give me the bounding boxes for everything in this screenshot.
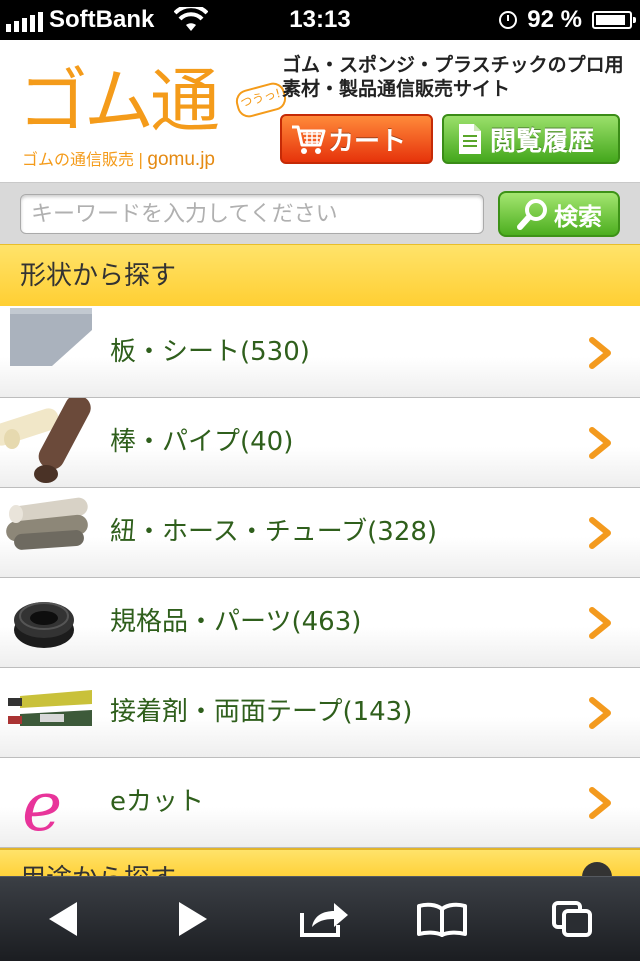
battery-icon (592, 11, 636, 29)
chevron-right-icon (589, 337, 611, 369)
back-icon (49, 902, 77, 936)
chevron-right-icon (589, 517, 611, 549)
chevron-right-icon (589, 697, 611, 729)
grommet-thumbnail (0, 578, 100, 667)
chevron-right-icon (589, 787, 611, 819)
search-button-label: 検索 (554, 202, 602, 231)
tabs-button[interactable] (544, 895, 600, 943)
history-button-label: 閲覧履歴 (490, 126, 595, 157)
list-item-label: 紐・ホース・チューブ(328) (110, 517, 438, 547)
list-item[interactable]: 接着剤・両面テープ(143) (0, 668, 640, 758)
share-icon (300, 903, 348, 937)
list-item[interactable]: e eカット (0, 758, 640, 848)
tabs-icon (552, 901, 592, 937)
logo-badge: つうっ! (233, 80, 289, 120)
site-logo[interactable]: ゴム通 つうっ! ゴムの通信販売 | gomu.jp (18, 60, 289, 176)
category-list: 板・シート(530) 棒・パイプ(40) 紐・ホース・チューブ(328) 規格品… (0, 308, 640, 848)
list-item-label: 棒・パイプ(40) (110, 427, 294, 457)
logo-sub-text: ゴムの通信販売 (22, 150, 135, 169)
site-header: ゴム通 つうっ! ゴムの通信販売 | gomu.jp ゴム・スポンジ・プラスチックの… (0, 40, 640, 182)
chevron-right-icon (589, 427, 611, 459)
list-item-label: 接着剤・両面テープ(143) (110, 697, 413, 727)
logo-text: ゴム通 (18, 60, 220, 142)
cart-icon (288, 119, 328, 159)
rod-thumbnail (0, 398, 100, 487)
history-button[interactable]: 閲覧履歴 (442, 114, 620, 164)
search-button[interactable]: 検索 (498, 191, 620, 237)
list-item-label: eカット (110, 787, 204, 817)
list-item[interactable]: 棒・パイプ(40) (0, 398, 640, 488)
section-header-shape: 形状から探す (0, 244, 640, 306)
bookmarks-icon (417, 902, 467, 937)
status-bar: SoftBank 13:13 92 % (0, 0, 640, 40)
sheet-thumbnail (0, 308, 100, 397)
search-bar: 検索 (0, 182, 640, 245)
alarm-clock-icon (499, 11, 518, 29)
list-item-label: 規格品・パーツ(463) (110, 607, 362, 637)
logo-subtitle: ゴムの通信販売 | gomu.jp (22, 146, 215, 171)
browser-toolbar (0, 876, 640, 961)
share-button[interactable] (296, 895, 352, 943)
search-input[interactable] (20, 194, 484, 234)
cart-button-label: カート (328, 126, 407, 157)
forward-button[interactable] (164, 895, 220, 943)
logo-domain: gomu.jp (147, 149, 216, 170)
list-item-label: 板・シート(530) (110, 337, 310, 367)
back-button[interactable] (36, 895, 92, 943)
cord-thumbnail (0, 488, 100, 577)
logo-separator: | (138, 150, 144, 169)
e-cut-logo: e (0, 758, 100, 847)
status-bar-right: 92 % (499, 6, 636, 34)
list-item[interactable]: 紐・ホース・チューブ(328) (0, 488, 640, 578)
svg-text:e: e (22, 768, 62, 847)
list-item[interactable]: 板・シート(530) (0, 308, 640, 398)
chevron-right-icon (589, 607, 611, 639)
forward-icon (179, 902, 207, 936)
list-item[interactable]: 規格品・パーツ(463) (0, 578, 640, 668)
battery-percent: 92 % (527, 6, 582, 33)
cart-button[interactable]: カート (280, 114, 433, 164)
magnifier-icon (517, 199, 547, 230)
document-icon (450, 119, 490, 159)
site-tagline: ゴム・スポンジ・プラスチックのプロ用素材・製品通信販売サイト (282, 54, 624, 100)
adhesive-thumbnail (0, 668, 100, 757)
bookmarks-button[interactable] (414, 895, 470, 943)
